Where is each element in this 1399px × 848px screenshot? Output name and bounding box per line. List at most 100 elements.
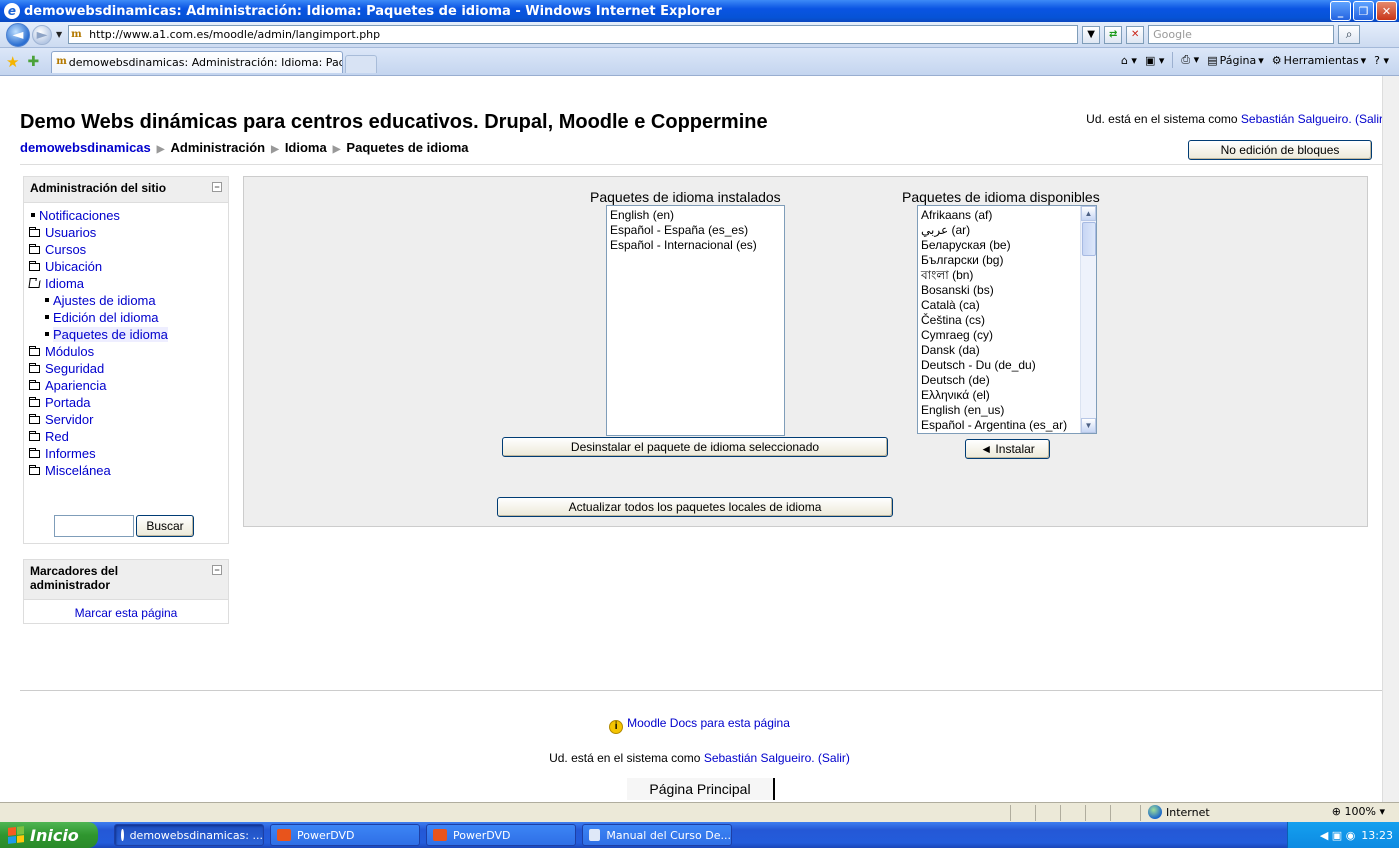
tools-menu[interactable]: ⚙ Herramientas ▾ xyxy=(1272,54,1366,67)
list-item[interactable]: Ελληνικά (el) xyxy=(921,388,1093,403)
collapse-icon[interactable]: − xyxy=(212,182,222,192)
search-button[interactable]: Buscar xyxy=(136,515,194,537)
tree-item-portada[interactable]: Portada xyxy=(29,394,228,411)
list-item[interactable]: Bosanski (bs) xyxy=(921,283,1093,298)
footer-user-link[interactable]: Sebastián Salgueiro. xyxy=(704,751,815,765)
minimize-button[interactable]: _ xyxy=(1330,1,1351,21)
taskbar-item-manual[interactable]: Manual del Curso De... xyxy=(582,824,732,846)
list-item[interactable]: Čeština (cs) xyxy=(921,313,1093,328)
start-button[interactable]: Inicio xyxy=(0,822,98,848)
list-item[interactable]: Dansk (da) xyxy=(921,343,1093,358)
list-scrollbar[interactable]: ▲ ▼ xyxy=(1080,206,1096,433)
url-field[interactable]: m http://www.a1.com.es/moodle/admin/lang… xyxy=(68,25,1079,44)
folder-icon xyxy=(29,447,40,458)
breadcrumb-current: Paquetes de idioma xyxy=(346,140,469,155)
taskbar-item-powerdvd-2[interactable]: PowerDVD xyxy=(426,824,576,846)
breadcrumb: demowebsdinamicas ▶ Administración ▶ Idioma ▶… xyxy=(20,140,469,155)
add-favorites-icon[interactable]: ✚ xyxy=(27,54,39,70)
bullet-icon xyxy=(45,315,49,320)
tree-item-usuarios[interactable]: Usuarios xyxy=(29,224,228,241)
home-icon[interactable]: ⌂ ▾ xyxy=(1121,54,1137,67)
list-item[interactable]: Български (bg) xyxy=(921,253,1093,268)
home-page-link[interactable]: Página Principal xyxy=(627,778,775,800)
url-dropdown-button[interactable]: ▼ xyxy=(1082,25,1101,44)
tree-item-red[interactable]: Red xyxy=(29,428,228,445)
uninstall-selected-button[interactable]: Desinstalar el paquete de idioma selecci… xyxy=(502,437,888,457)
bookmark-page-link[interactable]: Marcar esta página xyxy=(75,606,178,620)
installed-packs-list[interactable]: English (en) Español - España (es_es) Es… xyxy=(606,205,785,436)
tree-item-miscelanea[interactable]: Miscelánea xyxy=(29,462,228,479)
list-item[interactable]: Español - Internacional (es) xyxy=(610,238,781,253)
close-window-button[interactable]: ✕ xyxy=(1376,1,1397,21)
search-input[interactable]: Google xyxy=(1148,25,1335,44)
security-zone[interactable]: Internet xyxy=(1148,805,1210,819)
toggle-block-editing-button[interactable]: No edición de bloques xyxy=(1188,140,1372,160)
list-item[interactable]: Беларуская (be) xyxy=(921,238,1093,253)
taskbar-item-powerdvd-1[interactable]: PowerDVD xyxy=(270,824,420,846)
breadcrumb-admin[interactable]: Administración xyxy=(170,140,265,155)
moodle-docs-link[interactable]: Moodle Docs para esta página xyxy=(627,716,790,730)
zoom-control[interactable]: ⊕ 100% ▾ xyxy=(1332,805,1385,818)
maximize-button[interactable]: ❐ xyxy=(1353,1,1374,21)
scroll-down-icon[interactable]: ▼ xyxy=(1081,418,1096,433)
search-icon[interactable]: ⌕ xyxy=(1338,25,1361,44)
tree-item-notificaciones[interactable]: Notificaciones xyxy=(29,207,228,224)
help-icon[interactable]: ? ▾ xyxy=(1374,54,1389,67)
taskbar-item-ie[interactable]: demowebsdinamicas: ... xyxy=(114,824,264,846)
tree-item-apariencia[interactable]: Apariencia xyxy=(29,377,228,394)
list-item[interactable]: عربي (ar) xyxy=(921,223,1093,238)
zoom-label: 100% xyxy=(1344,805,1376,818)
new-tab-button[interactable] xyxy=(345,54,378,73)
forward-button[interactable]: ► xyxy=(32,24,52,45)
update-all-packs-button[interactable]: Actualizar todos los paquetes locales de… xyxy=(497,497,893,517)
footer-login-info: Ud. está en el sistema como Sebastián Sa… xyxy=(0,751,1399,765)
tree-item-seguridad[interactable]: Seguridad xyxy=(29,360,228,377)
refresh-button[interactable]: ⇄ xyxy=(1104,25,1123,44)
scroll-thumb[interactable] xyxy=(1082,222,1096,256)
print-icon[interactable]: ⎙ ▾ xyxy=(1181,53,1199,67)
tree-item-ajustes-idioma[interactable]: Ajustes de idioma xyxy=(29,292,228,309)
collapse-icon[interactable]: − xyxy=(212,565,222,575)
available-packs-list[interactable]: Afrikaans (af) عربي (ar) Беларуская (be)… xyxy=(917,205,1097,434)
list-item[interactable]: English (en_us) xyxy=(921,403,1093,418)
install-button[interactable]: ◄ Instalar xyxy=(965,439,1050,459)
list-item[interactable]: Deutsch - Du (de_du) xyxy=(921,358,1093,373)
breadcrumb-home-link[interactable]: demowebsdinamicas xyxy=(20,140,151,155)
list-item[interactable]: Español - España (es_es) xyxy=(610,223,781,238)
list-item[interactable]: বাংলা (bn) xyxy=(921,268,1093,283)
installed-title: Paquetes de idioma instalados xyxy=(590,189,781,205)
tree-item-servidor[interactable]: Servidor xyxy=(29,411,228,428)
list-item[interactable]: English (en) xyxy=(610,208,781,223)
breadcrumb-separator-icon: ▶ xyxy=(156,144,165,155)
admin-search-input[interactable] xyxy=(54,515,134,537)
footer-logout-link[interactable]: (Salir) xyxy=(818,751,850,765)
list-item[interactable]: Afrikaans (af) xyxy=(921,208,1093,223)
tree-item-idioma[interactable]: Idioma xyxy=(28,275,228,292)
tree-item-cursos[interactable]: Cursos xyxy=(29,241,228,258)
block-title: Administración del sitio xyxy=(30,181,167,195)
window-titlebar: e demowebsdinamicas: Administración: Idi… xyxy=(0,0,1399,22)
tree-item-informes[interactable]: Informes xyxy=(29,445,228,462)
back-button[interactable]: ◄ xyxy=(6,22,30,47)
tree-item-ubicacion[interactable]: Ubicación xyxy=(29,258,228,275)
tree-item-edicion-idioma[interactable]: Edición del idioma xyxy=(29,309,228,326)
user-link[interactable]: Sebastián Salgueiro. xyxy=(1241,112,1352,126)
list-item[interactable]: Cymraeg (cy) xyxy=(921,328,1093,343)
stop-button[interactable]: ✕ xyxy=(1126,25,1145,44)
favorites-star-icon[interactable]: ★ xyxy=(6,53,19,71)
tab-current[interactable]: m demowebsdinamicas: Administración: Idi… xyxy=(51,50,344,73)
page-menu[interactable]: ▤ Página ▾ xyxy=(1207,54,1264,67)
list-item[interactable]: Català (ca) xyxy=(921,298,1093,313)
tree-item-modulos[interactable]: Módulos xyxy=(29,343,228,360)
tray-icons[interactable]: ◀ ▣ ◉ xyxy=(1320,829,1355,842)
tree-item-paquetes-idioma[interactable]: Paquetes de idioma xyxy=(29,326,228,343)
breadcrumb-language[interactable]: Idioma xyxy=(285,140,327,155)
status-bar: Internet ⊕ 100% ▾ xyxy=(0,802,1399,822)
list-item[interactable]: Español - Argentina (es_ar) xyxy=(921,418,1093,433)
page-scrollbar[interactable] xyxy=(1382,76,1399,802)
history-dropdown-icon[interactable]: ▼ xyxy=(56,30,62,39)
folder-icon xyxy=(29,260,40,271)
scroll-up-icon[interactable]: ▲ xyxy=(1081,206,1096,221)
list-item[interactable]: Deutsch (de) xyxy=(921,373,1093,388)
feeds-icon[interactable]: ▣ ▾ xyxy=(1145,54,1164,67)
